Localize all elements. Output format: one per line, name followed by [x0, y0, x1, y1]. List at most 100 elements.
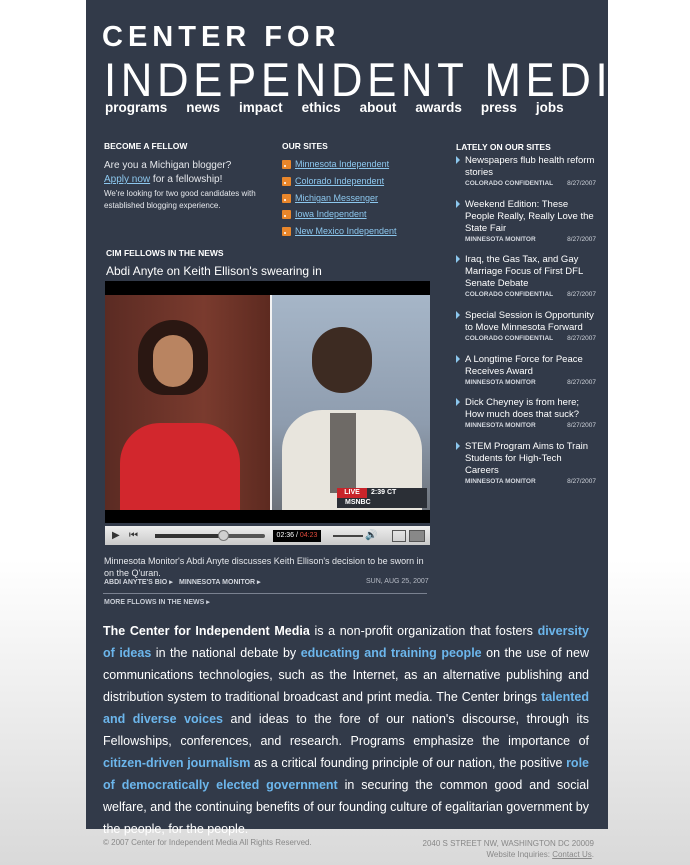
progress-knob[interactable] [218, 530, 229, 541]
news-source: COLORADO CONFIDENTIAL [465, 180, 554, 187]
video-player[interactable]: LIVE 2:39 CT MSNBC [105, 281, 430, 523]
org-name: The Center for Independent Media [103, 624, 310, 638]
nav-jobs[interactable]: jobs [536, 100, 564, 115]
nav-impact[interactable]: impact [239, 100, 283, 115]
arrow-right-icon [456, 442, 460, 450]
inquiries-label: Website Inquiries: [486, 850, 553, 859]
msnbc-logo: MSNBC [345, 499, 371, 506]
video-title: Abdi Anyte on Keith Ellison's swearing i… [106, 264, 322, 278]
lately-heading: LATELY ON OUR SITES [456, 142, 551, 152]
video-frame[interactable]: LIVE 2:39 CT MSNBC [105, 295, 430, 510]
logo-line1[interactable]: CENTER FOR [102, 21, 341, 54]
broadcast-zone: CT [386, 489, 397, 496]
site-item[interactable]: Colorado Independent [282, 176, 384, 186]
arrow-right-icon [456, 311, 460, 319]
progress-fill [155, 534, 220, 538]
apply-suffix: for a fellowship! [150, 174, 223, 185]
bio-link[interactable]: ABDI ANYTE'S BIO ▸ [104, 578, 173, 586]
video-scene-left [105, 295, 270, 510]
site-link[interactable]: Minnesota Independent [295, 159, 389, 169]
become-fellow-heading: BECOME A FELLOW [104, 141, 188, 151]
progress-track[interactable] [155, 534, 265, 538]
news-item[interactable]: Weekend Edition: These People Really, Re… [456, 199, 596, 244]
news-item[interactable]: STEM Program Aims to Train Students for … [456, 441, 596, 486]
site-link[interactable]: New Mexico Independent [295, 226, 397, 236]
more-fellows-link[interactable]: MORE FLLOWS IN THE NEWS ▸ [104, 598, 210, 606]
news-date: 8/27/2007 [567, 236, 596, 243]
site-link[interactable]: Colorado Independent [295, 176, 384, 186]
contact-link[interactable]: Contact Us [552, 850, 592, 859]
news-item[interactable]: Newspapers flub health reform stories CO… [456, 155, 596, 188]
arrow-right-icon [456, 255, 460, 263]
news-source: COLORADO CONFIDENTIAL [465, 291, 554, 298]
news-date: 8/27/2007 [567, 379, 596, 386]
volume-icon[interactable]: 🔊 [365, 530, 377, 541]
video-date: SUN, AUG 25, 2007 [366, 578, 429, 585]
news-title[interactable]: Weekend Edition: These People Really, Re… [465, 199, 596, 235]
nav-programs[interactable]: programs [105, 100, 167, 115]
news-item[interactable]: Dick Cheyney is from here; How much does… [456, 397, 596, 430]
copyright: © 2007 Center for Independent Media All … [103, 838, 312, 847]
rewind-icon[interactable]: ⏮ [129, 530, 138, 541]
apply-now-link[interactable]: Apply now [104, 174, 150, 185]
news-source: COLORADO CONFIDENTIAL [465, 335, 554, 342]
play-icon[interactable]: ▶ [112, 530, 120, 541]
site-item[interactable]: Minnesota Independent [282, 159, 389, 169]
arrow-right-icon [456, 156, 460, 164]
arrow-right-icon [456, 200, 460, 208]
news-date: 8/27/2007 [567, 422, 596, 429]
arrow-right-icon [456, 398, 460, 406]
news-item[interactable]: A Longtime Force for Peace Receives Awar… [456, 354, 596, 387]
fullscreen-icon[interactable] [409, 530, 425, 542]
site-item[interactable]: Iowa Independent [282, 209, 367, 219]
pip-icon[interactable] [392, 530, 406, 542]
logo-line2[interactable]: INDEPENDENT MEDIA [104, 52, 646, 107]
news-title[interactable]: Dick Cheyney is from here; How much does… [465, 397, 596, 421]
fellows-news-heading: CIM FELLOWS IN THE NEWS [106, 248, 224, 258]
about-link[interactable]: citizen-driven journalism [103, 756, 250, 770]
news-title[interactable]: Newspapers flub health reform stories [465, 155, 596, 179]
nav-ethics[interactable]: ethics [302, 100, 341, 115]
live-label: LIVE [337, 488, 367, 498]
nav-press[interactable]: press [481, 100, 517, 115]
news-source: MINNESOTA MONITOR [465, 379, 536, 386]
news-item[interactable]: Iraq, the Gas Tax, and Gay Marriage Focu… [456, 254, 596, 299]
fellow-description: We're looking for two good candidates wi… [104, 189, 256, 210]
divider [103, 593, 427, 594]
nav-news[interactable]: news [186, 100, 220, 115]
rss-icon [282, 176, 291, 186]
news-date: 8/27/2007 [567, 335, 596, 342]
about-link[interactable]: educating and training people [301, 646, 482, 660]
footer-address-block: 2040 S STREET NW, WASHINGTON DC 20009 We… [422, 839, 594, 859]
rss-icon [282, 193, 291, 203]
arrow-right-icon [456, 355, 460, 363]
video-scene-right [272, 295, 430, 510]
site-item[interactable]: Michigan Messenger [282, 193, 378, 203]
news-title[interactable]: STEM Program Aims to Train Students for … [465, 441, 596, 477]
news-date: 8/27/2007 [567, 478, 596, 485]
nav-about[interactable]: about [360, 100, 397, 115]
news-item[interactable]: Special Session is Opportunity to Move M… [456, 310, 596, 343]
video-caption: Minnesota Monitor's Abdi Anyte discusses… [104, 556, 424, 578]
news-source: MINNESOTA MONITOR [465, 422, 536, 429]
broadcast-time: 2:39 [371, 489, 386, 496]
news-title[interactable]: A Longtime Force for Peace Receives Awar… [465, 354, 596, 378]
news-title[interactable]: Iraq, the Gas Tax, and Gay Marriage Focu… [465, 254, 596, 290]
time-total: 04:23 [299, 532, 318, 539]
news-title[interactable]: Special Session is Opportunity to Move M… [465, 310, 596, 334]
rss-icon [282, 159, 291, 169]
main-nav: programs news impact ethics about awards… [105, 100, 583, 115]
news-source: MINNESOTA MONITOR [465, 236, 536, 243]
news-date: 8/27/2007 [567, 180, 596, 187]
our-sites-heading: OUR SITES [282, 141, 328, 151]
site-link[interactable]: Iowa Independent [295, 209, 367, 219]
site-link[interactable]: Michigan Messenger [295, 193, 378, 203]
volume-slider[interactable] [333, 535, 363, 537]
news-date: 8/27/2007 [567, 291, 596, 298]
rss-icon [282, 209, 291, 219]
time-elapsed: 02:36 [276, 532, 295, 539]
site-item[interactable]: New Mexico Independent [282, 226, 397, 236]
monitor-link[interactable]: MINNESOTA MONITOR ▸ [179, 578, 261, 586]
nav-awards[interactable]: awards [415, 100, 462, 115]
about-paragraph: The Center for Independent Media is a no… [103, 624, 589, 836]
